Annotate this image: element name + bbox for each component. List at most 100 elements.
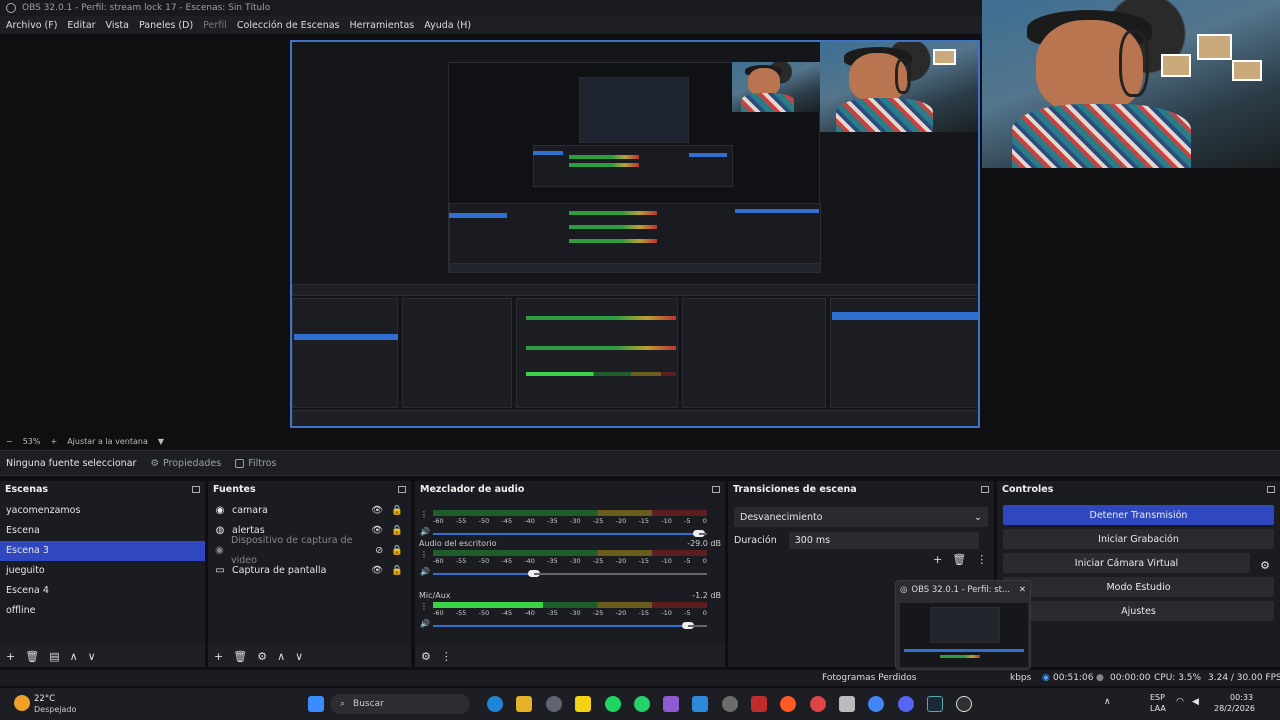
properties-button[interactable]: ⚙ Propiedades xyxy=(150,458,221,469)
xbox-icon[interactable] xyxy=(722,696,738,712)
search-input[interactable]: ⌕ Buscar xyxy=(330,694,470,714)
volume-slider[interactable] xyxy=(433,622,694,629)
speaker-icon[interactable]: 🔊 xyxy=(420,527,430,536)
move-up-icon[interactable]: ∧ xyxy=(277,650,285,663)
scene-item[interactable]: offline xyxy=(0,601,205,621)
app-icon[interactable] xyxy=(780,696,796,712)
app-icon[interactable] xyxy=(663,696,679,712)
chevron-up-icon[interactable]: ∧ xyxy=(1104,697,1111,707)
chrome-icon[interactable] xyxy=(868,696,884,712)
zoom-in-button[interactable]: + xyxy=(50,437,57,446)
volume-icon[interactable]: ◀ xyxy=(1192,697,1199,707)
lock-icon[interactable]: 🔒 xyxy=(391,541,403,561)
lang-label[interactable]: ESP xyxy=(1150,693,1165,702)
add-icon[interactable]: + xyxy=(6,650,15,663)
undock-icon[interactable] xyxy=(192,485,200,493)
start-recording-button[interactable]: Iniciar Grabación xyxy=(1003,529,1274,549)
clock-date[interactable]: 28/2/2026 xyxy=(1214,704,1255,713)
wifi-icon[interactable]: ◠ xyxy=(1176,697,1184,707)
chevron-down-icon[interactable]: ▼ xyxy=(158,437,164,446)
speaker-icon[interactable]: 🔊 xyxy=(420,567,430,576)
volume-slider-track[interactable] xyxy=(687,625,707,627)
channel-menu-icon[interactable]: ⋮ xyxy=(420,550,428,559)
settings-app-icon[interactable] xyxy=(546,696,562,712)
clock-time[interactable]: 00:33 xyxy=(1230,693,1253,702)
menu-scene-collection[interactable]: Colección de Escenas xyxy=(237,20,340,31)
volume-slider-track[interactable] xyxy=(534,573,707,575)
trash-icon[interactable]: 🗑 xyxy=(952,553,966,566)
volume-slider[interactable] xyxy=(433,570,541,577)
move-up-icon[interactable]: ∧ xyxy=(70,650,78,663)
app-icon[interactable] xyxy=(839,696,855,712)
settings-button[interactable]: Ajustes xyxy=(1003,601,1274,621)
scene-item[interactable]: yacomenzamos xyxy=(0,501,205,521)
start-virtual-camera-button[interactable]: Iniciar Cámara Virtual xyxy=(1003,553,1250,573)
lang-label-2[interactable]: LAA xyxy=(1150,704,1166,713)
speaker-icon[interactable]: 🔊 xyxy=(420,619,430,628)
menu-profile[interactable]: Perfil xyxy=(203,20,227,31)
source-item[interactable]: ▭ Captura de pantalla 👁 🔒 xyxy=(208,561,411,581)
edge-icon[interactable] xyxy=(487,696,503,712)
channel-menu-icon[interactable]: ⋮ xyxy=(420,510,428,519)
discord-icon[interactable] xyxy=(898,696,914,712)
volume-slider-track[interactable] xyxy=(698,533,707,535)
popup-thumbnail[interactable] xyxy=(900,603,1028,667)
add-icon[interactable]: + xyxy=(214,650,223,663)
menu-view[interactable]: Vista xyxy=(106,20,129,31)
menu-docks[interactable]: Paneles (D) xyxy=(139,20,193,31)
obs-icon[interactable] xyxy=(956,696,972,712)
trash-icon[interactable]: 🗑 xyxy=(233,650,247,663)
steam-icon[interactable] xyxy=(927,696,943,712)
studio-mode-button[interactable]: Modo Estudio xyxy=(1003,577,1274,597)
chrome-icon[interactable] xyxy=(810,696,826,712)
lock-icon[interactable]: 🔒 xyxy=(391,561,403,581)
move-down-icon[interactable]: ∨ xyxy=(88,650,96,663)
menu-tools[interactable]: Herramientas xyxy=(350,20,415,31)
undock-icon[interactable] xyxy=(1267,485,1275,493)
more-options-icon[interactable]: ⋮ xyxy=(976,553,987,566)
undock-icon[interactable] xyxy=(712,485,720,493)
trash-icon[interactable]: 🗑 xyxy=(25,650,39,663)
app-icon[interactable] xyxy=(692,696,708,712)
volume-slider[interactable] xyxy=(433,530,705,537)
gear-icon[interactable]: ⚙ xyxy=(421,650,431,663)
add-icon[interactable]: + xyxy=(933,553,942,566)
preview-canvas[interactable] xyxy=(290,40,980,428)
more-options-icon[interactable]: ⋮ xyxy=(441,650,452,663)
scene-item[interactable]: Escena xyxy=(0,521,205,541)
spotify-icon[interactable] xyxy=(605,696,621,712)
gear-icon[interactable]: ⚙ xyxy=(257,650,267,663)
whatsapp-icon[interactable] xyxy=(634,696,650,712)
undock-icon[interactable] xyxy=(981,485,989,493)
source-item[interactable]: ◉ Dispositivo de captura de video ⊘ 🔒 xyxy=(208,535,411,566)
scene-item[interactable]: jueguito xyxy=(0,561,205,581)
eye-hidden-icon[interactable]: ⊘ xyxy=(375,541,383,561)
scene-item[interactable]: Escena 4 xyxy=(0,581,205,601)
close-icon[interactable]: ✕ xyxy=(1019,585,1026,595)
app-icon[interactable] xyxy=(751,696,767,712)
menu-edit[interactable]: Editar xyxy=(67,20,95,31)
gear-icon[interactable]: ⚙ xyxy=(1260,559,1270,572)
eye-icon[interactable]: 👁 xyxy=(371,521,383,541)
stop-streaming-button[interactable]: Detener Transmisión xyxy=(1003,505,1274,525)
channel-menu-icon[interactable]: ⋮ xyxy=(420,602,428,611)
source-item[interactable]: ◉ camara 👁 🔒 xyxy=(208,501,411,521)
menu-file[interactable]: Archivo (F) xyxy=(6,20,57,31)
windows-start-icon[interactable] xyxy=(308,696,324,712)
folder-icon[interactable] xyxy=(516,696,532,712)
notes-icon[interactable] xyxy=(575,696,591,712)
lock-icon[interactable]: 🔒 xyxy=(391,521,403,541)
duration-input[interactable]: 300 ms xyxy=(788,532,979,549)
zoom-out-button[interactable]: − xyxy=(6,437,13,446)
taskbar-thumbnail-popup[interactable]: ◎ OBS 32.0.1 - Perfil: st... ✕ xyxy=(895,580,1031,670)
scene-item-selected[interactable]: Escena 3 xyxy=(0,541,205,561)
undock-icon[interactable] xyxy=(398,485,406,493)
filter-icon[interactable]: ▤ xyxy=(49,650,59,663)
transition-select[interactable]: Desvanecimiento ⌄ xyxy=(734,507,988,527)
menu-help[interactable]: Ayuda (H) xyxy=(424,20,471,31)
filters-button[interactable]: Filtros xyxy=(235,458,276,469)
move-down-icon[interactable]: ∨ xyxy=(295,650,303,663)
eye-icon[interactable]: 👁 xyxy=(371,561,383,581)
lock-icon[interactable]: 🔒 xyxy=(391,501,403,521)
eye-icon[interactable]: 👁 xyxy=(371,501,383,521)
